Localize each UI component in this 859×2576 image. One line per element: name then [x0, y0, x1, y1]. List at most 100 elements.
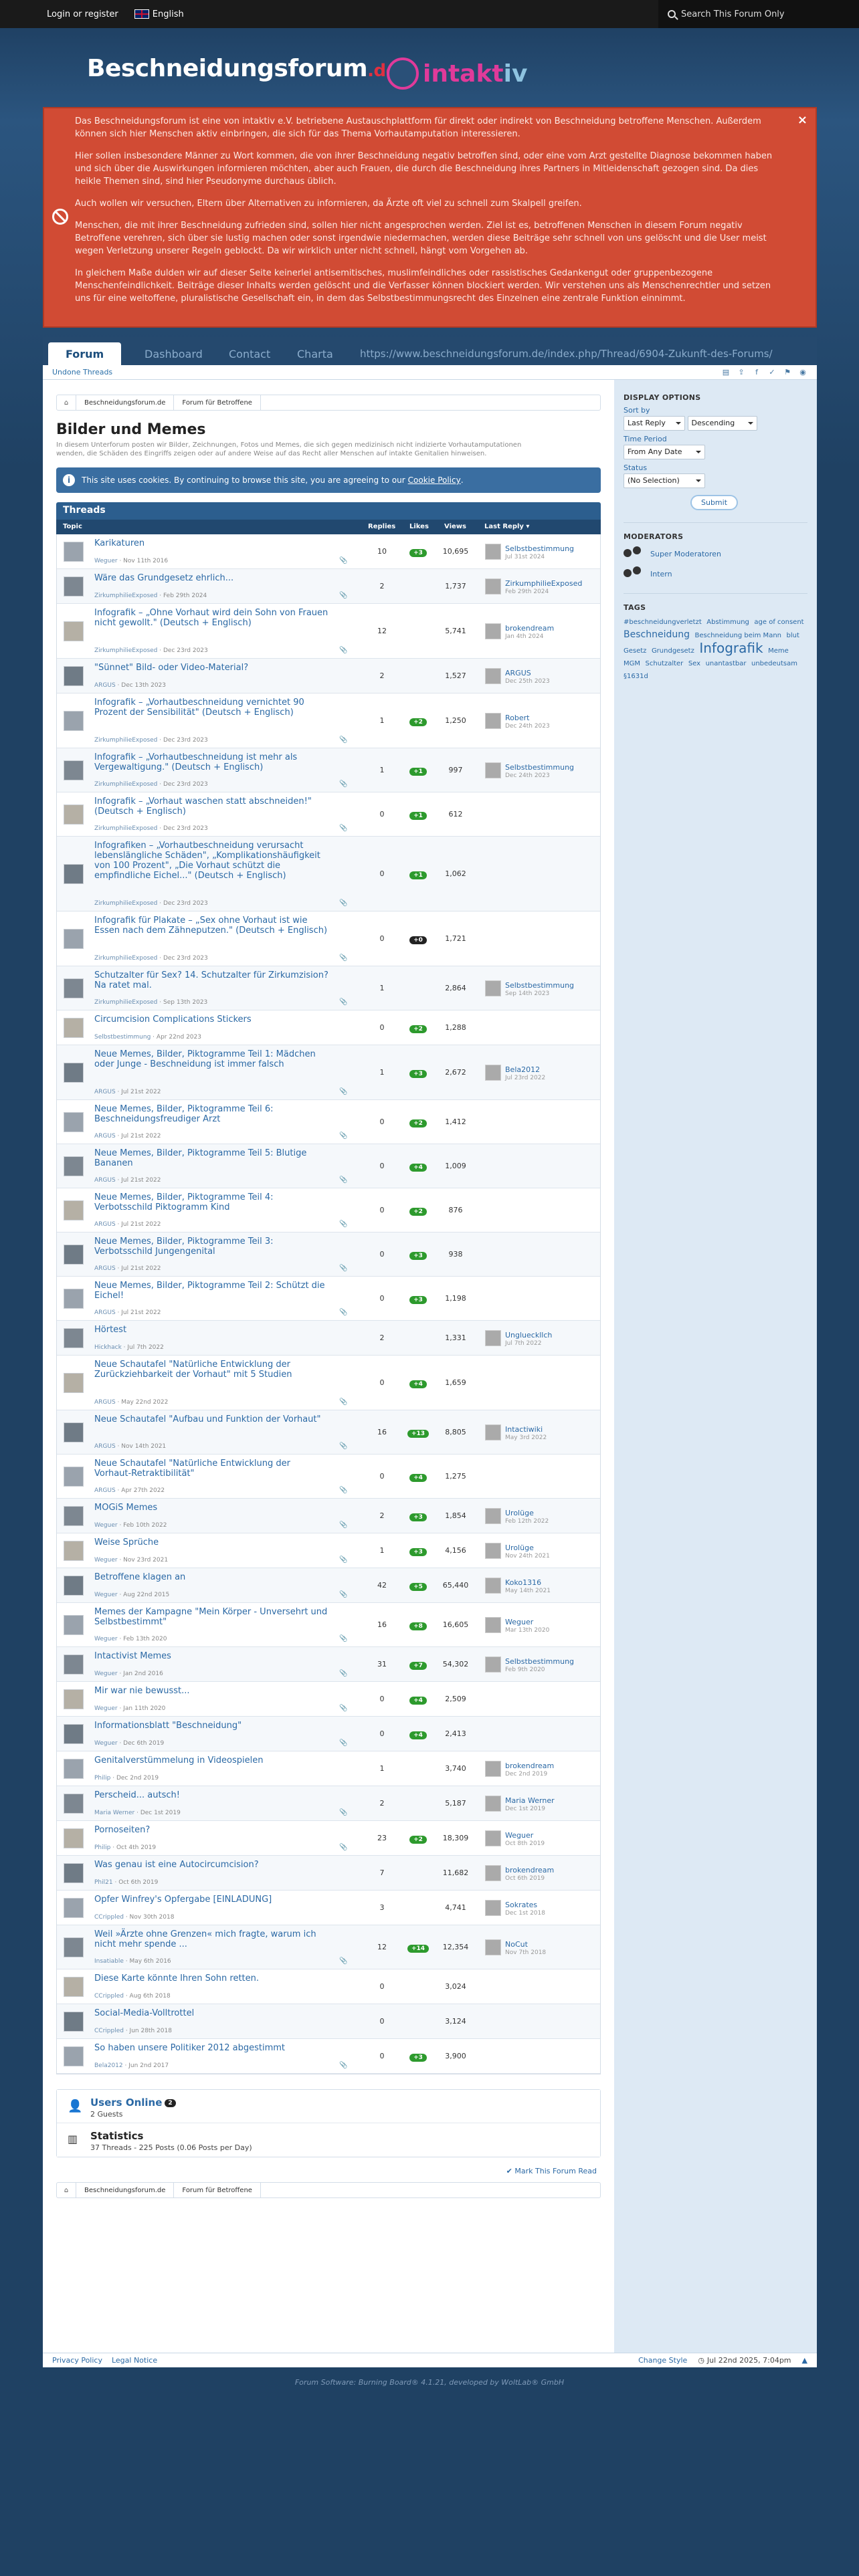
- thread-title[interactable]: Infografik für Plakate – „Sex ohne Vorha…: [94, 916, 328, 936]
- tab-charta[interactable]: Charta: [297, 342, 333, 365]
- last-reply-user[interactable]: Selbstbestimmung: [505, 1657, 574, 1666]
- language-selector[interactable]: English: [153, 9, 184, 19]
- tag-link[interactable]: Gesetz: [624, 647, 646, 655]
- breadcrumb-item[interactable]: Beschneidungsforum.de: [76, 2183, 175, 2197]
- thread-author[interactable]: Insatiable: [94, 1958, 124, 1965]
- thread-title[interactable]: Pornoseiten?: [94, 1825, 328, 1835]
- thread-title[interactable]: Karikaturen: [94, 538, 328, 548]
- tab-forum[interactable]: Forum: [48, 342, 122, 365]
- privacy-policy-link[interactable]: Privacy Policy: [52, 2356, 102, 2365]
- thread-title[interactable]: Neue Memes, Bilder, Piktogramme Teil 1: …: [94, 1049, 328, 1069]
- tag-link[interactable]: Abstimmung: [706, 619, 749, 626]
- thread-author[interactable]: ARGUS: [94, 682, 116, 689]
- table-row[interactable]: Mir war nie bewusst... Weguer · Jan 11th …: [57, 1682, 600, 1717]
- table-row[interactable]: Genitalverstümmelung in Videospielen Phil…: [57, 1751, 600, 1786]
- table-row[interactable]: Social-Media-Volltrottel CCrippled · Jun …: [57, 2004, 600, 2039]
- site-logo[interactable]: Beschneidungsforum.de: [87, 55, 397, 82]
- tag-link[interactable]: §1631d: [624, 673, 648, 680]
- thread-author[interactable]: ARGUS: [94, 1399, 116, 1406]
- table-row[interactable]: So haben unsere Politiker 2012 abgestimm…: [57, 2039, 600, 2074]
- thread-title[interactable]: MOGiS Memes: [94, 1503, 328, 1513]
- tag-link[interactable]: Beschneidung beim Mann: [694, 632, 781, 639]
- last-reply-user[interactable]: NoCut: [505, 1940, 528, 1949]
- thread-title[interactable]: Weise Sprüche: [94, 1537, 328, 1547]
- thread-title[interactable]: Wäre das Grundgesetz ehrlich...: [94, 573, 328, 583]
- search-input[interactable]: Search This Forum Only: [658, 0, 859, 28]
- thread-title[interactable]: Infografik – „Ohne Vorhaut wird dein Soh…: [94, 608, 328, 628]
- thread-author[interactable]: ARGUS: [94, 1443, 116, 1450]
- table-row[interactable]: Neue Memes, Bilder, Piktogramme Teil 1: …: [57, 1045, 600, 1100]
- thread-author[interactable]: CCrippled: [94, 1993, 124, 2000]
- thread-author[interactable]: Weguer: [94, 1671, 118, 1677]
- thread-author[interactable]: Philip: [94, 1775, 110, 1782]
- thread-title[interactable]: Neue Memes, Bilder, Piktogramme Teil 6: …: [94, 1104, 328, 1124]
- tag-link[interactable]: age of consent: [754, 619, 803, 626]
- thread-title[interactable]: Betroffene klagen an: [94, 1572, 328, 1582]
- close-icon[interactable]: ×: [797, 114, 807, 126]
- thread-author[interactable]: Bela2012: [94, 2062, 123, 2069]
- table-row[interactable]: Opfer Winfrey's Opfergabe [EINLADUNG] CCr…: [57, 1891, 600, 1925]
- check-icon[interactable]: ✓: [767, 368, 777, 377]
- table-row[interactable]: Neue Memes, Bilder, Piktogramme Teil 5: …: [57, 1144, 600, 1188]
- last-reply-user[interactable]: Selbstbestimmung: [505, 981, 574, 990]
- cookie-policy-link[interactable]: Cookie Policy: [408, 475, 461, 485]
- home-icon[interactable]: ⌂: [57, 2187, 76, 2194]
- thread-author[interactable]: ZirkumphilieExposed: [94, 955, 157, 962]
- thread-title[interactable]: Weil »Ärzte ohne Grenzen« mich fragte, w…: [94, 1929, 328, 1949]
- tag-link[interactable]: MGM: [624, 660, 640, 667]
- table-row[interactable]: Karikaturen Weguer · Nov 11th 2016 📎 10 +3 10…: [57, 534, 600, 569]
- tag-link[interactable]: Beschneidung: [624, 629, 690, 640]
- table-row[interactable]: Perscheid... autsch! Maria Werner · Dec 1…: [57, 1786, 600, 1821]
- thread-author[interactable]: Weguer: [94, 558, 118, 564]
- thread-author[interactable]: Weguer: [94, 1740, 118, 1747]
- table-row[interactable]: Hörtest Hickhack · Jul 7th 2022 2 1,331 Ungl…: [57, 1321, 600, 1356]
- thread-author[interactable]: ZirkumphilieExposed: [94, 825, 157, 832]
- last-reply-user[interactable]: ARGUS: [505, 669, 531, 677]
- submit-button[interactable]: Submit: [690, 495, 739, 510]
- thread-title[interactable]: Neue Schautafel "Natürliche Entwicklung …: [94, 1360, 328, 1380]
- thread-title[interactable]: Neue Schautafel "Natürliche Entwicklung …: [94, 1459, 328, 1479]
- thread-author[interactable]: ARGUS: [94, 1309, 116, 1316]
- intaktiv-logo[interactable]: intaktiv: [423, 60, 527, 88]
- table-row[interactable]: Neue Memes, Bilder, Piktogramme Teil 2: …: [57, 1277, 600, 1321]
- moderator-group[interactable]: Super Moderatoren: [624, 546, 807, 561]
- last-reply-user[interactable]: Sokrates: [505, 1901, 537, 1909]
- change-style-link[interactable]: Change Style: [638, 2356, 687, 2365]
- table-row[interactable]: Weise Sprüche Weguer · Nov 23rd 2021 📎 1 +3 4…: [57, 1533, 600, 1568]
- table-row[interactable]: Infografik – „Vorhaut waschen statt absc…: [57, 792, 600, 837]
- thread-title[interactable]: Opfer Winfrey's Opfergabe [EINLADUNG]: [94, 1895, 328, 1905]
- table-row[interactable]: Informationsblatt "Beschneidung" Weguer ·…: [57, 1717, 600, 1751]
- mark-read-button[interactable]: ✔ Mark This Forum Read: [56, 2167, 601, 2175]
- thread-title[interactable]: Social-Media-Volltrottel: [94, 2008, 328, 2018]
- thread-author[interactable]: ZirkumphilieExposed: [94, 647, 157, 654]
- thread-title[interactable]: Neue Memes, Bilder, Piktogramme Teil 4: …: [94, 1192, 328, 1212]
- tag-link[interactable]: Grundgesetz: [652, 647, 694, 655]
- thread-title[interactable]: Infografik – „Vorhautbeschneidung ist me…: [94, 752, 328, 772]
- col-likes[interactable]: Likes: [409, 523, 429, 530]
- thread-title[interactable]: Neue Memes, Bilder, Piktogramme Teil 3: …: [94, 1237, 328, 1257]
- thread-author[interactable]: ARGUS: [94, 1221, 116, 1228]
- table-row[interactable]: Schutzalter für Sex? 14. Schutzalter für…: [57, 966, 600, 1010]
- thread-author[interactable]: ZirkumphilieExposed: [94, 900, 157, 907]
- last-reply-user[interactable]: ZirkumphilieExposed: [505, 579, 582, 588]
- thread-author[interactable]: Hickhack: [94, 1344, 122, 1351]
- thread-author[interactable]: Weguer: [94, 1522, 118, 1529]
- table-row[interactable]: Pornoseiten? Philip · Oct 4th 2019 📎 23 +2 18…: [57, 1821, 600, 1856]
- thread-author[interactable]: Weguer: [94, 1636, 118, 1642]
- print-icon[interactable]: ▤: [721, 368, 731, 377]
- last-reply-user[interactable]: Urolüge: [505, 1509, 534, 1517]
- thread-author[interactable]: Weguer: [94, 1705, 118, 1712]
- table-row[interactable]: Neue Schautafel "Aufbau und Funktion der…: [57, 1410, 600, 1455]
- thread-title[interactable]: Neue Memes, Bilder, Piktogramme Teil 5: …: [94, 1148, 328, 1168]
- tag-link[interactable]: Sex: [688, 660, 700, 667]
- last-reply-user[interactable]: brokendream: [505, 624, 554, 633]
- breadcrumb-item[interactable]: Forum für Betroffene: [174, 395, 261, 410]
- table-row[interactable]: Neue Schautafel "Natürliche Entwicklung …: [57, 1455, 600, 1499]
- thread-author[interactable]: Phil21: [94, 1879, 113, 1886]
- table-row[interactable]: Memes der Kampagne "Mein Körper - Unvers…: [57, 1603, 600, 1647]
- thread-author[interactable]: Weguer: [94, 1557, 118, 1564]
- status-select[interactable]: (No Selection): [624, 473, 705, 488]
- thread-author[interactable]: ZirkumphilieExposed: [94, 999, 157, 1006]
- last-reply-user[interactable]: Intactiwiki: [505, 1425, 543, 1434]
- last-reply-user[interactable]: Maria Werner: [505, 1796, 555, 1805]
